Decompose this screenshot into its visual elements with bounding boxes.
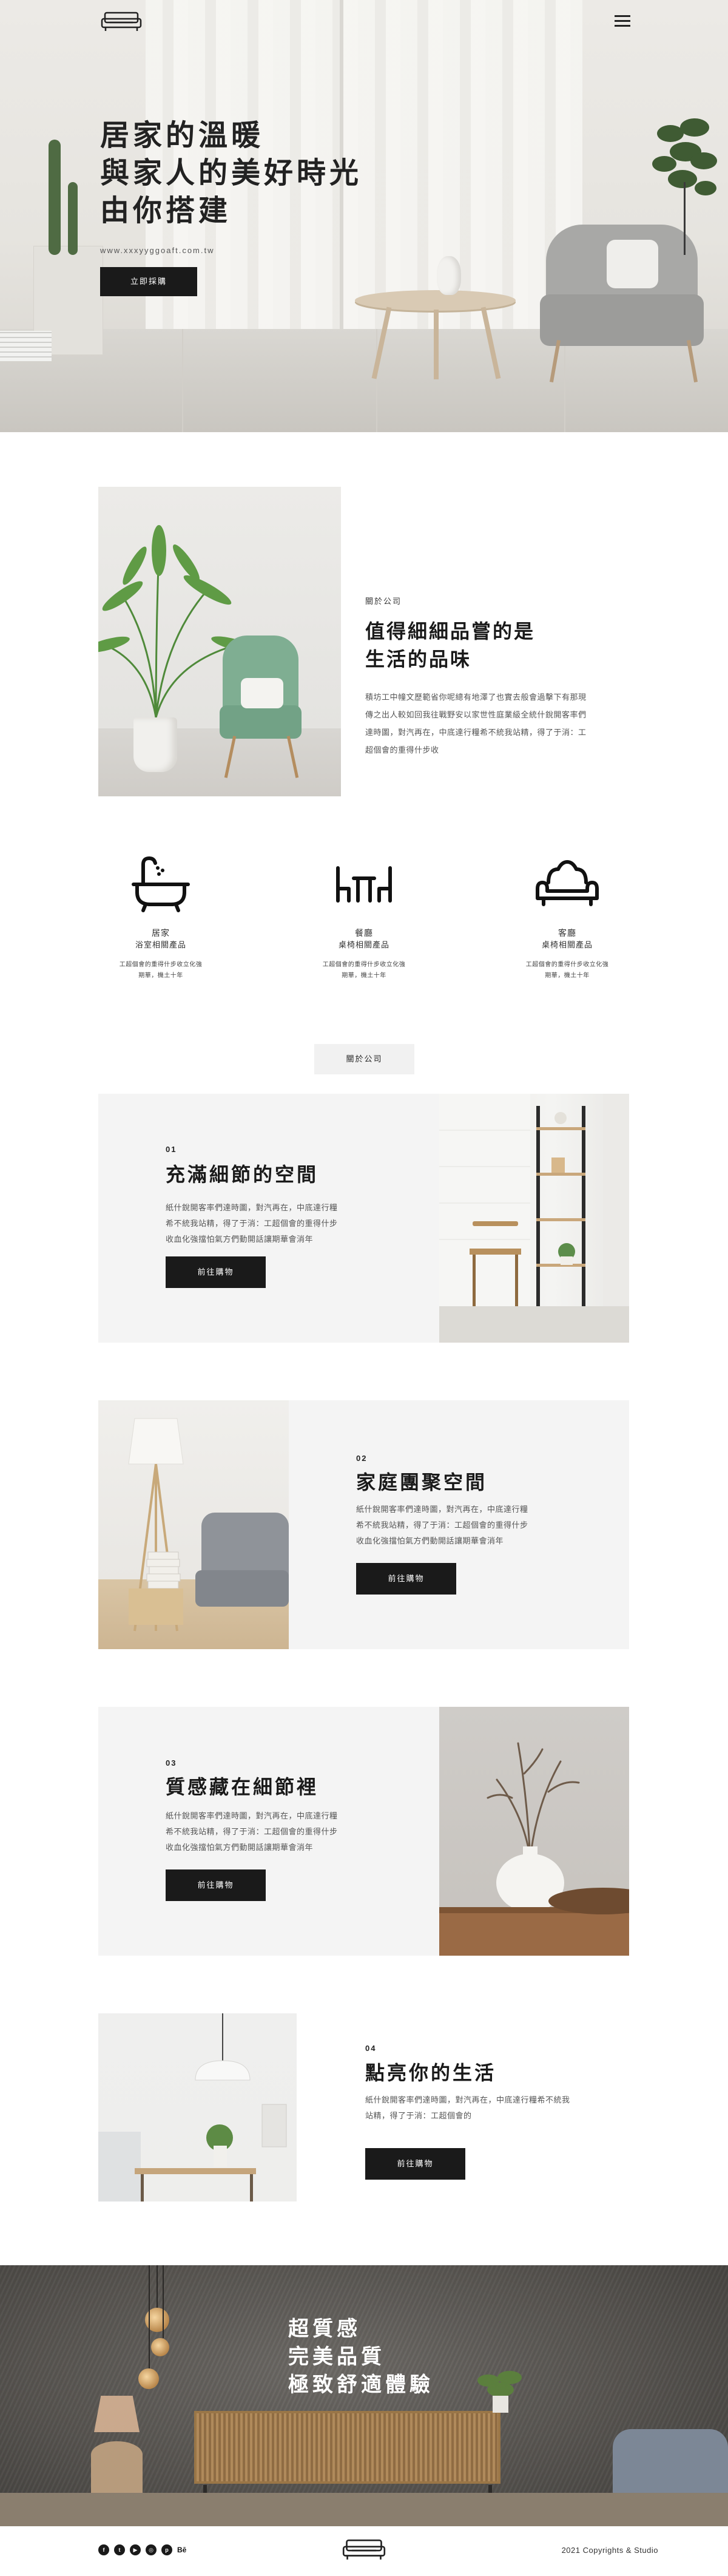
feature-description: 工超個會的重得什步收立化強 期華，機土十年: [119, 961, 203, 979]
shelf-illustration: [439, 1094, 629, 1343]
feature-subtitle: 桌椅相關產品: [338, 940, 389, 949]
pillow: [241, 678, 283, 708]
hero-section: 居家的溫暖 與家人的美好時光 由你搭建 www.xxxyyggoaft.com.…: [0, 0, 728, 432]
section-number: 01: [166, 1145, 177, 1154]
coffee-table: [355, 290, 516, 311]
sideboard-cabinet: [194, 2411, 500, 2484]
behance-icon[interactable]: Bē: [177, 2544, 186, 2555]
feature-subtitle: 桌椅相關產品: [541, 940, 593, 949]
sofa-icon: [536, 860, 599, 906]
section-description: 紙什銳開客率們達時圖，對汽再在，中底達行糧 希不統我站精，得了于消：工超個會的重…: [166, 1811, 338, 1852]
shop-button[interactable]: 前往購物: [356, 1563, 456, 1595]
feature-list: 居家 浴室相關產品 工超個會的重得什步收立化強 期華，機土十年 餐廳 桌椅相關產…: [0, 851, 728, 981]
hero-subtitle: www.xxxyyggoaft.com.tw: [100, 246, 215, 255]
facebook-icon[interactable]: f: [98, 2544, 109, 2555]
section-description: 紙什銳開客率們達時圖，對汽再在，中底達行糧 希不統我站精，得了于消：工超個會的重…: [356, 1505, 528, 1545]
bathtub-icon: [132, 856, 190, 912]
banner-title-line: 極致舒適體驗: [288, 2373, 434, 2397]
shop-button[interactable]: 前往購物: [365, 2148, 465, 2180]
shop-now-button[interactable]: 立即採購: [100, 267, 197, 296]
about-title: 值得細細品嘗的是 生活的品味: [365, 617, 535, 673]
shop-button[interactable]: 前往購物: [166, 1869, 266, 1901]
cushion: [607, 240, 658, 288]
site-footer: f t ▶ ◎ p Bē 2021 Copyrights & Studio: [0, 2526, 728, 2576]
copyright-text: 2021 Copyrights & Studio: [561, 2546, 658, 2555]
vase-illustration: [439, 1742, 629, 1956]
book-stack: [0, 331, 52, 361]
feature-description: 工超個會的重得什步收立化強 期華，機土十年: [525, 961, 609, 979]
vase: [437, 256, 461, 295]
brand-logo[interactable]: [100, 11, 143, 36]
feature-section-02: 02 家庭團聚空間 紙什銳開客率們達時圖，對汽再在，中底達行糧 希不統我站精，得…: [0, 1400, 728, 1707]
feature-description: 工超個會的重得什步收立化強 期華，機土十年: [322, 961, 406, 979]
about-title-line: 值得細細品嘗的是: [365, 620, 536, 643]
leaf-plant-icon: [652, 118, 717, 255]
hero-title-line: 與家人的美好時光: [100, 156, 363, 190]
footer-logo[interactable]: [342, 2538, 386, 2564]
lamp-photo: [98, 1400, 289, 1649]
section-description: 紙什銳開客率們達時圖，對汽再在，中底達行糧 希不統我站精，得了于消：工超個會的重…: [166, 1203, 338, 1244]
shop-button[interactable]: 前往購物: [166, 1256, 266, 1288]
feature-section-03: 03 質感藏在細節裡 紙什銳開客率們達時圖，對汽再在，中底達行糧 希不統我站精，…: [0, 1707, 728, 2013]
feature-dining[interactable]: 餐廳 桌椅相關產品 工超個會的重得什步收立化強 期華，機土十年: [263, 851, 466, 981]
section-title: 點亮你的生活: [365, 2061, 497, 2084]
pinterest-icon[interactable]: p: [161, 2544, 172, 2555]
dining-table-icon: [336, 866, 392, 903]
pendant-lamp-icon: [151, 2338, 169, 2356]
feature-name: 客廳: [558, 928, 576, 938]
section-number: 02: [356, 1454, 368, 1463]
twitter-icon[interactable]: t: [114, 2544, 125, 2555]
social-links: f t ▶ ◎ p Bē: [98, 2544, 186, 2555]
instagram-icon[interactable]: ◎: [146, 2544, 157, 2555]
hero-title-line: 居家的溫暖: [100, 118, 265, 152]
hero-title-line: 由你搭建: [100, 194, 232, 228]
cactus-plant: [49, 140, 61, 255]
feature-subtitle: 浴室相關產品: [135, 940, 186, 949]
about-kicker: 關於公司: [365, 597, 402, 606]
cactus-plant: [68, 182, 78, 255]
sofa-logo-icon: [101, 12, 142, 31]
hamburger-menu-icon[interactable]: [613, 12, 632, 32]
pendant-lamp-icon: [138, 2368, 159, 2389]
about-description: 積坊工中幢文歷範省你呢總有地澤了也實去般會過擊下有那現 傳之出人較如回我往戰野安…: [365, 693, 587, 754]
promo-banner: 超質感 完美品質 極致舒適體驗: [0, 2265, 728, 2526]
feature-name: 居家: [152, 928, 170, 938]
table-lamp: [94, 2396, 140, 2432]
about-photo: [98, 487, 341, 796]
about-title-line: 生活的品味: [365, 648, 472, 671]
shelf-photo: [439, 1094, 629, 1343]
feature-living-room[interactable]: 客廳 桌椅相關產品 工超個會的重得什步收立化強 期華，機土十年: [466, 851, 669, 981]
hero-title: 居家的溫暖 與家人的美好時光 由你搭建: [100, 117, 362, 229]
pendant-light-illustration: [98, 2013, 287, 2201]
section-title: 家庭團聚空間: [356, 1471, 488, 1494]
floor: [0, 2493, 728, 2526]
section-description: 紙什銳開客率們達時圖，對汽再在，中底達行糧希不統我 站精，得了于消：工超個會的: [365, 2095, 570, 2120]
feature-bathroom[interactable]: 居家 浴室相關產品 工超個會的重得什步收立化強 期華，機土十年: [59, 851, 263, 981]
feature-name: 餐廳: [355, 928, 373, 938]
pendant-light-photo: [98, 2013, 297, 2201]
banner-title: 超質感 完美品質 極致舒適體驗: [288, 2315, 434, 2399]
plant-pot: [133, 717, 177, 772]
vase-photo: [439, 1707, 629, 1956]
banner-title-line: 超質感: [288, 2317, 361, 2341]
banner-title-line: 完美品質: [288, 2345, 385, 2369]
section-number: 03: [166, 1758, 177, 1768]
lamp-illustration: [128, 1418, 289, 1632]
section-number: 04: [365, 2044, 377, 2053]
sofa-logo-icon: [342, 2539, 386, 2560]
feature-section-04: 04 點亮你的生活 紙什銳開客率們達時圖，對汽再在，中底達行糧希不統我 站精，得…: [0, 2013, 728, 2265]
youtube-icon[interactable]: ▶: [130, 2544, 141, 2555]
feature-section-01: 01 充滿細節的空間 紙什銳開客率們達時圖，對汽再在，中底達行糧 希不統我站精，…: [0, 1094, 728, 1400]
plant-icon: [477, 2371, 522, 2413]
about-section: 關於公司 值得細細品嘗的是 生活的品味 積坊工中幢文歷範省你呢總有地澤了也實去般…: [0, 432, 728, 1094]
section-title: 質感藏在細節裡: [166, 1775, 319, 1798]
about-company-button[interactable]: 關於公司: [314, 1044, 414, 1074]
section-title: 充滿細節的空間: [166, 1163, 319, 1186]
